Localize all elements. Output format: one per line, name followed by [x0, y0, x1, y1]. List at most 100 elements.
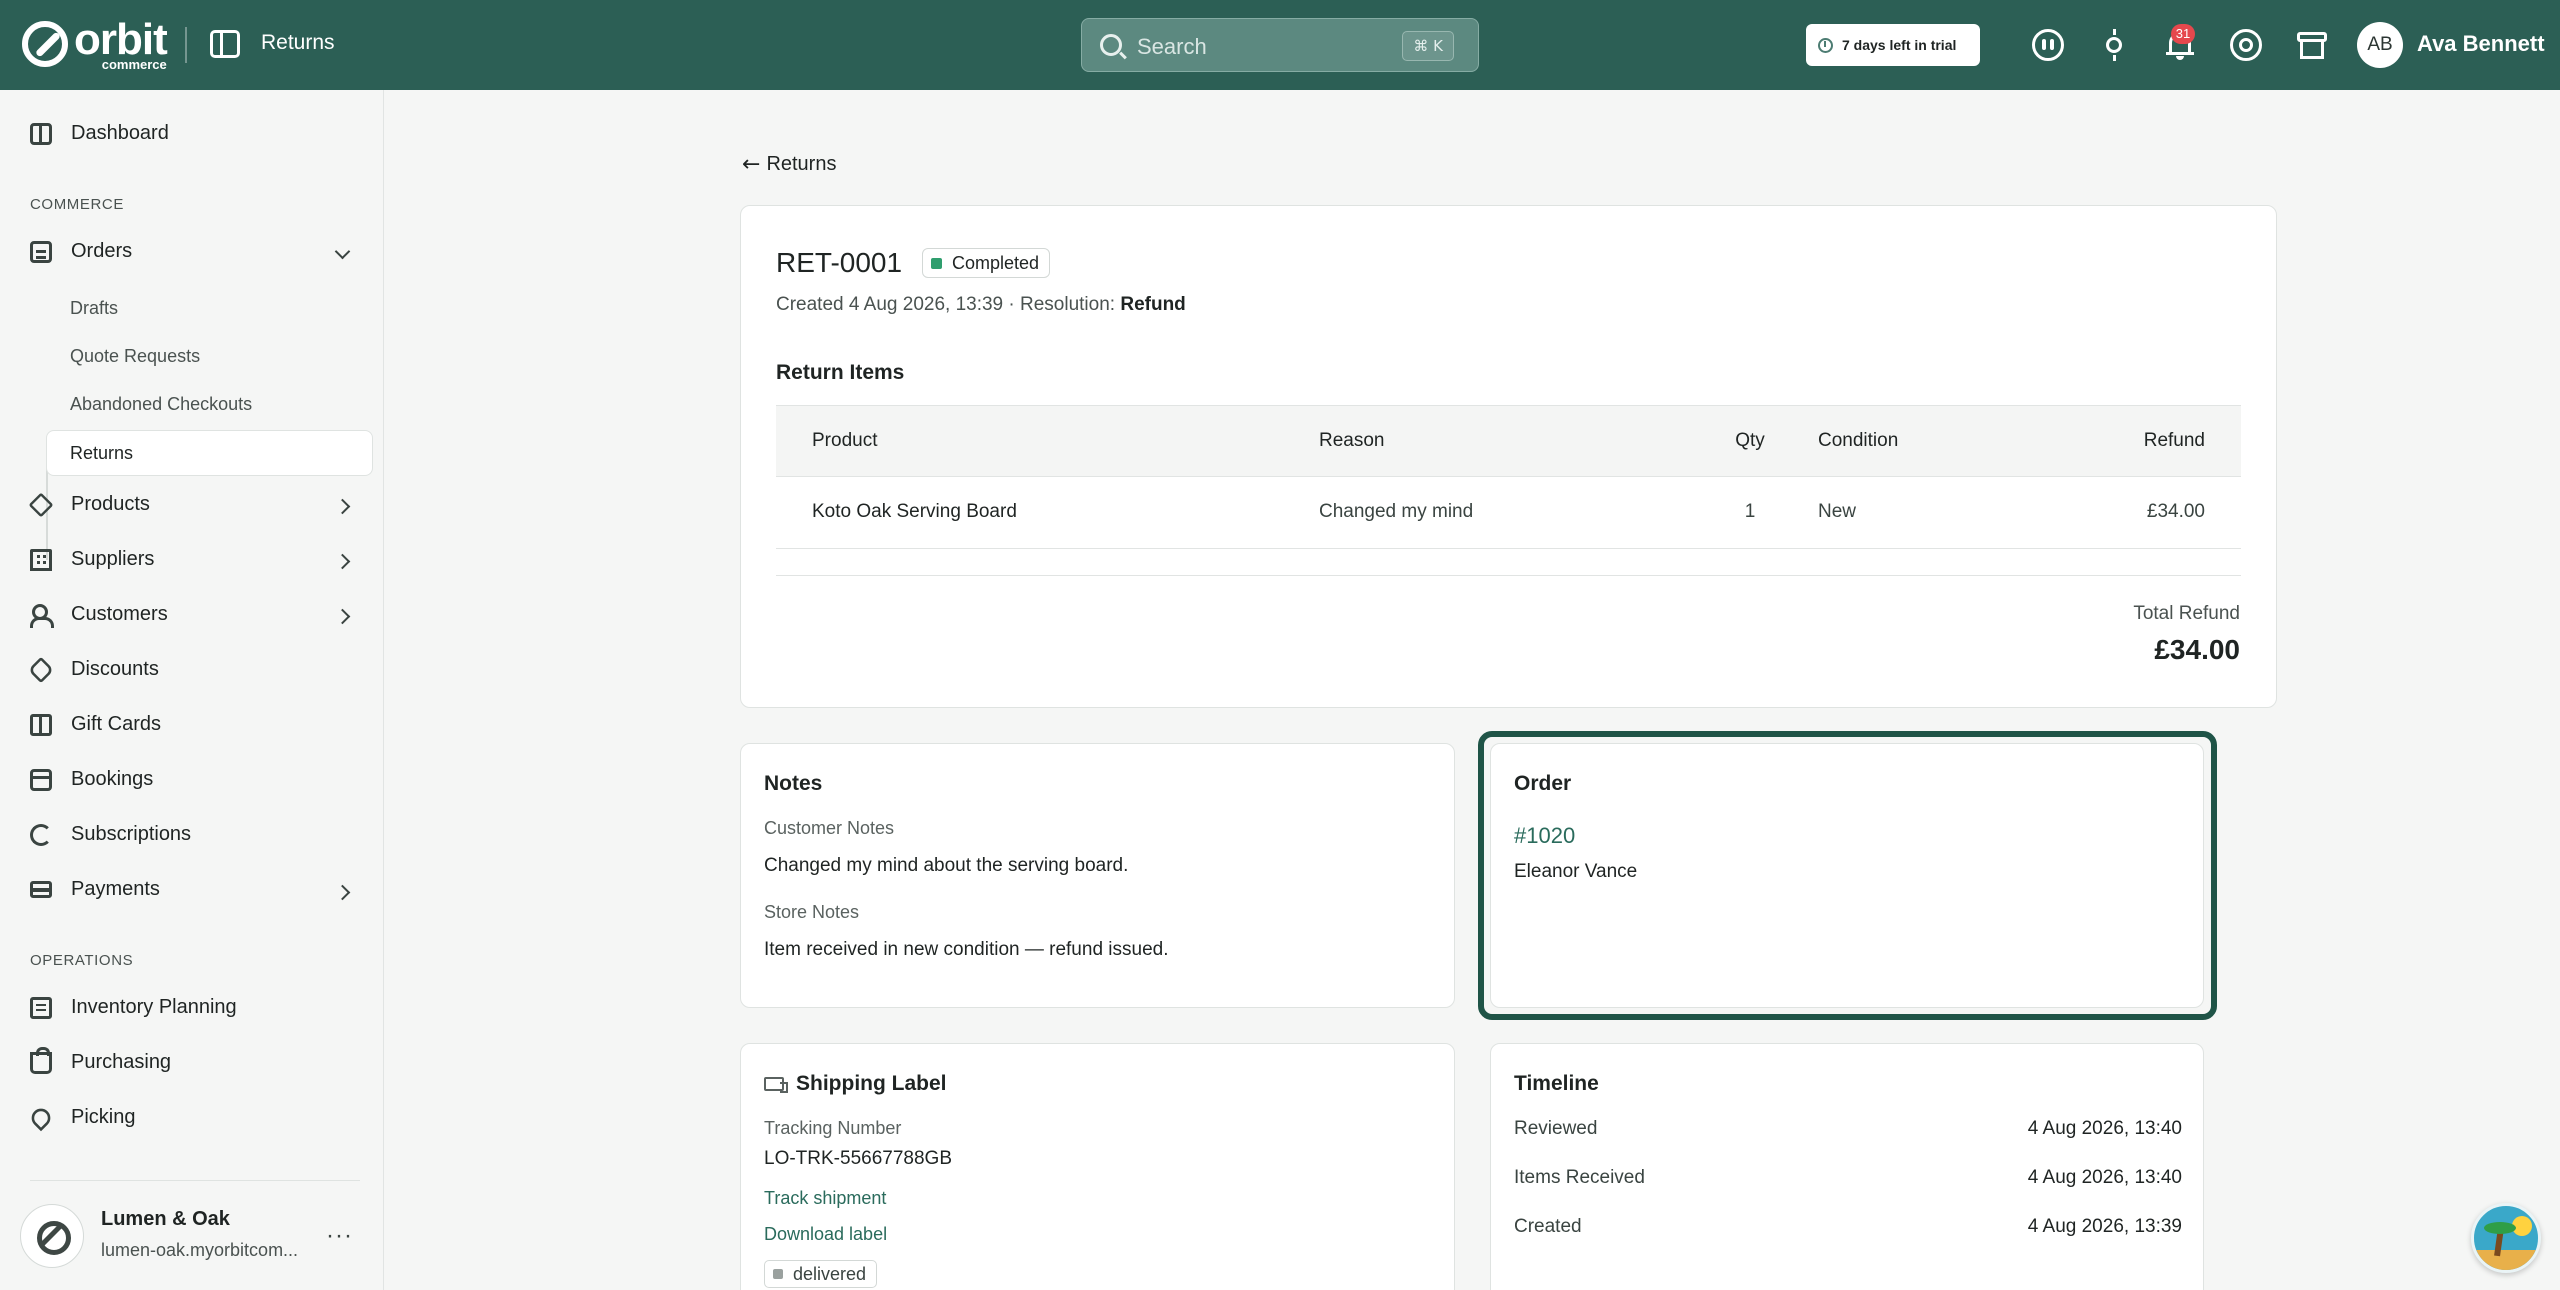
sidebar-item-label: Picking — [71, 1106, 136, 1128]
dashboard-icon — [30, 122, 52, 145]
timeline-event: Reviewed 4 Aug 2026, 13:40 — [1514, 1118, 2182, 1140]
chevron-right-icon[interactable] — [334, 498, 351, 515]
column-header-refund: Refund — [2143, 430, 2205, 451]
sun-icon[interactable] — [2098, 29, 2130, 61]
shipment-status-text: delivered — [793, 1264, 867, 1284]
sidebar-item-label: Returns — [70, 443, 134, 463]
sidebar-item-quote-requests[interactable]: Quote Requests — [70, 346, 200, 367]
row-reason: Changed my mind — [1319, 501, 1474, 522]
sidebar-toggle-icon[interactable] — [210, 30, 240, 58]
column-header-qty: Qty — [1735, 430, 1765, 451]
credit-card-icon — [30, 881, 52, 898]
assistant-launcher-button[interactable] — [2471, 1203, 2541, 1273]
help-icon[interactable] — [2230, 29, 2262, 61]
shipment-status-dot — [773, 1269, 783, 1279]
status-dot — [931, 257, 942, 269]
sidebar-item-subscriptions[interactable]: Subscriptions — [30, 823, 191, 846]
return-items-title: Return Items — [776, 361, 905, 384]
trial-text: 7 days left in trial — [1842, 37, 1957, 53]
palm-leaf-graphic — [2484, 1222, 2516, 1234]
customer-notes-label: Customer Notes — [764, 818, 895, 838]
column-header-condition: Condition — [1818, 430, 1899, 451]
ai-assistant-icon[interactable] — [2032, 29, 2064, 61]
sidebar-item-bookings[interactable]: Bookings — [30, 768, 153, 791]
chevron-right-icon[interactable] — [334, 608, 351, 625]
total-refund-label: Total Refund — [2133, 603, 2240, 624]
truck-icon — [764, 1077, 788, 1094]
sidebar-item-picking[interactable]: Picking — [27, 1104, 136, 1131]
status-badge: Completed — [922, 248, 1051, 278]
sidebar-item-label: Subscriptions — [71, 823, 192, 845]
sidebar: Dashboard COMMERCE Orders Drafts Quote R… — [0, 90, 384, 1290]
orders-icon — [30, 240, 52, 263]
chevron-right-icon[interactable] — [334, 553, 351, 570]
return-summary-card: RET-0001 Completed Created 4 Aug 2026, 1… — [740, 205, 2277, 708]
section-label-operations: OPERATIONS — [30, 952, 134, 969]
column-header-reason: Reason — [1319, 430, 1385, 451]
tracking-number: LO-TRK-55667788GB — [764, 1148, 952, 1169]
orbit-logo-icon — [22, 21, 68, 67]
tag-icon — [27, 656, 55, 683]
row-refund: £34.00 — [2146, 501, 2205, 522]
download-label-link[interactable]: Download label — [764, 1224, 887, 1245]
total-refund-value: £34.00 — [2154, 634, 2240, 665]
shipping-title: Shipping Label — [764, 1072, 947, 1096]
track-shipment-link[interactable]: Track shipment — [764, 1188, 886, 1209]
sidebar-item-drafts[interactable]: Drafts — [70, 298, 118, 319]
trial-badge[interactable]: 7 days left in trial — [1806, 24, 1980, 66]
sidebar-item-returns[interactable]: Returns — [46, 430, 373, 476]
timeline-event-time: 4 Aug 2026, 13:40 — [2027, 1167, 2182, 1188]
gift-icon — [30, 713, 52, 736]
sidebar-item-payments[interactable]: Payments — [30, 878, 160, 901]
store-notes-label: Store Notes — [764, 902, 860, 922]
chevron-down-icon[interactable] — [334, 243, 351, 260]
order-card-focus-ring — [1478, 731, 2217, 1020]
clipboard-icon — [30, 996, 52, 1019]
store-avatar[interactable] — [20, 1204, 84, 1268]
shopping-bag-icon — [30, 1046, 52, 1074]
store-icon[interactable] — [2296, 29, 2328, 61]
sand-graphic — [2474, 1250, 2538, 1270]
store-name[interactable]: Lumen & Oak — [101, 1208, 230, 1231]
timeline-event-label: Created — [1514, 1216, 1582, 1237]
sidebar-item-dashboard[interactable]: Dashboard — [30, 122, 169, 145]
sidebar-item-gift-cards[interactable]: Gift Cards — [30, 713, 161, 736]
orbit-logo[interactable]: orbit commerce — [22, 14, 168, 71]
row-condition: New — [1818, 501, 1857, 522]
sidebar-divider — [30, 1180, 360, 1181]
clock-icon — [1818, 37, 1833, 53]
sidebar-item-abandoned-checkouts[interactable]: Abandoned Checkouts — [70, 394, 252, 415]
user-name[interactable]: Ava Bennett — [2417, 31, 2545, 57]
sidebar-item-label: Products — [71, 493, 150, 515]
arrow-left-icon: ← — [742, 152, 761, 177]
search-input[interactable]: Search ⌘ K — [1081, 18, 1479, 72]
sidebar-item-inventory-planning[interactable]: Inventory Planning — [30, 996, 237, 1019]
sidebar-item-orders[interactable]: Orders — [30, 240, 132, 263]
sidebar-item-suppliers[interactable]: Suppliers — [30, 548, 154, 571]
sidebar-item-label: Dashboard — [71, 122, 169, 144]
sidebar-item-customers[interactable]: Customers — [30, 603, 168, 628]
sidebar-item-purchasing[interactable]: Purchasing — [30, 1046, 171, 1074]
timeline-title: Timeline — [1514, 1072, 1599, 1095]
sidebar-item-products[interactable]: Products — [28, 492, 150, 517]
timeline-event: Created 4 Aug 2026, 13:39 — [1514, 1216, 2182, 1238]
tracking-number-label: Tracking Number — [764, 1118, 902, 1138]
status-text: Completed — [952, 253, 1040, 273]
back-link[interactable]: ← Returns — [742, 152, 836, 177]
map-pin-icon — [27, 1104, 55, 1131]
sidebar-item-discounts[interactable]: Discounts — [27, 656, 159, 683]
more-options-icon[interactable]: ··· — [326, 1222, 353, 1250]
table-row[interactable]: Koto Oak Serving Board Changed my mind 1… — [776, 477, 2241, 549]
top-bar: orbit commerce Returns Search ⌘ K 7 days… — [0, 0, 2560, 90]
sidebar-item-label: Discounts — [71, 658, 159, 680]
shipping-title-text: Shipping Label — [796, 1072, 947, 1095]
notes-card: Notes Customer Notes Changed my mind abo… — [740, 743, 1455, 1008]
timeline-event-label: Reviewed — [1514, 1118, 1598, 1139]
cube-icon — [28, 492, 54, 517]
sidebar-item-label: Inventory Planning — [71, 996, 237, 1018]
avatar[interactable]: AB — [2357, 22, 2403, 68]
chevron-right-icon[interactable] — [334, 884, 351, 901]
return-id: RET-0001 — [776, 247, 903, 278]
sidebar-item-label: Bookings — [71, 768, 154, 790]
logo-word: orbit — [74, 14, 168, 64]
